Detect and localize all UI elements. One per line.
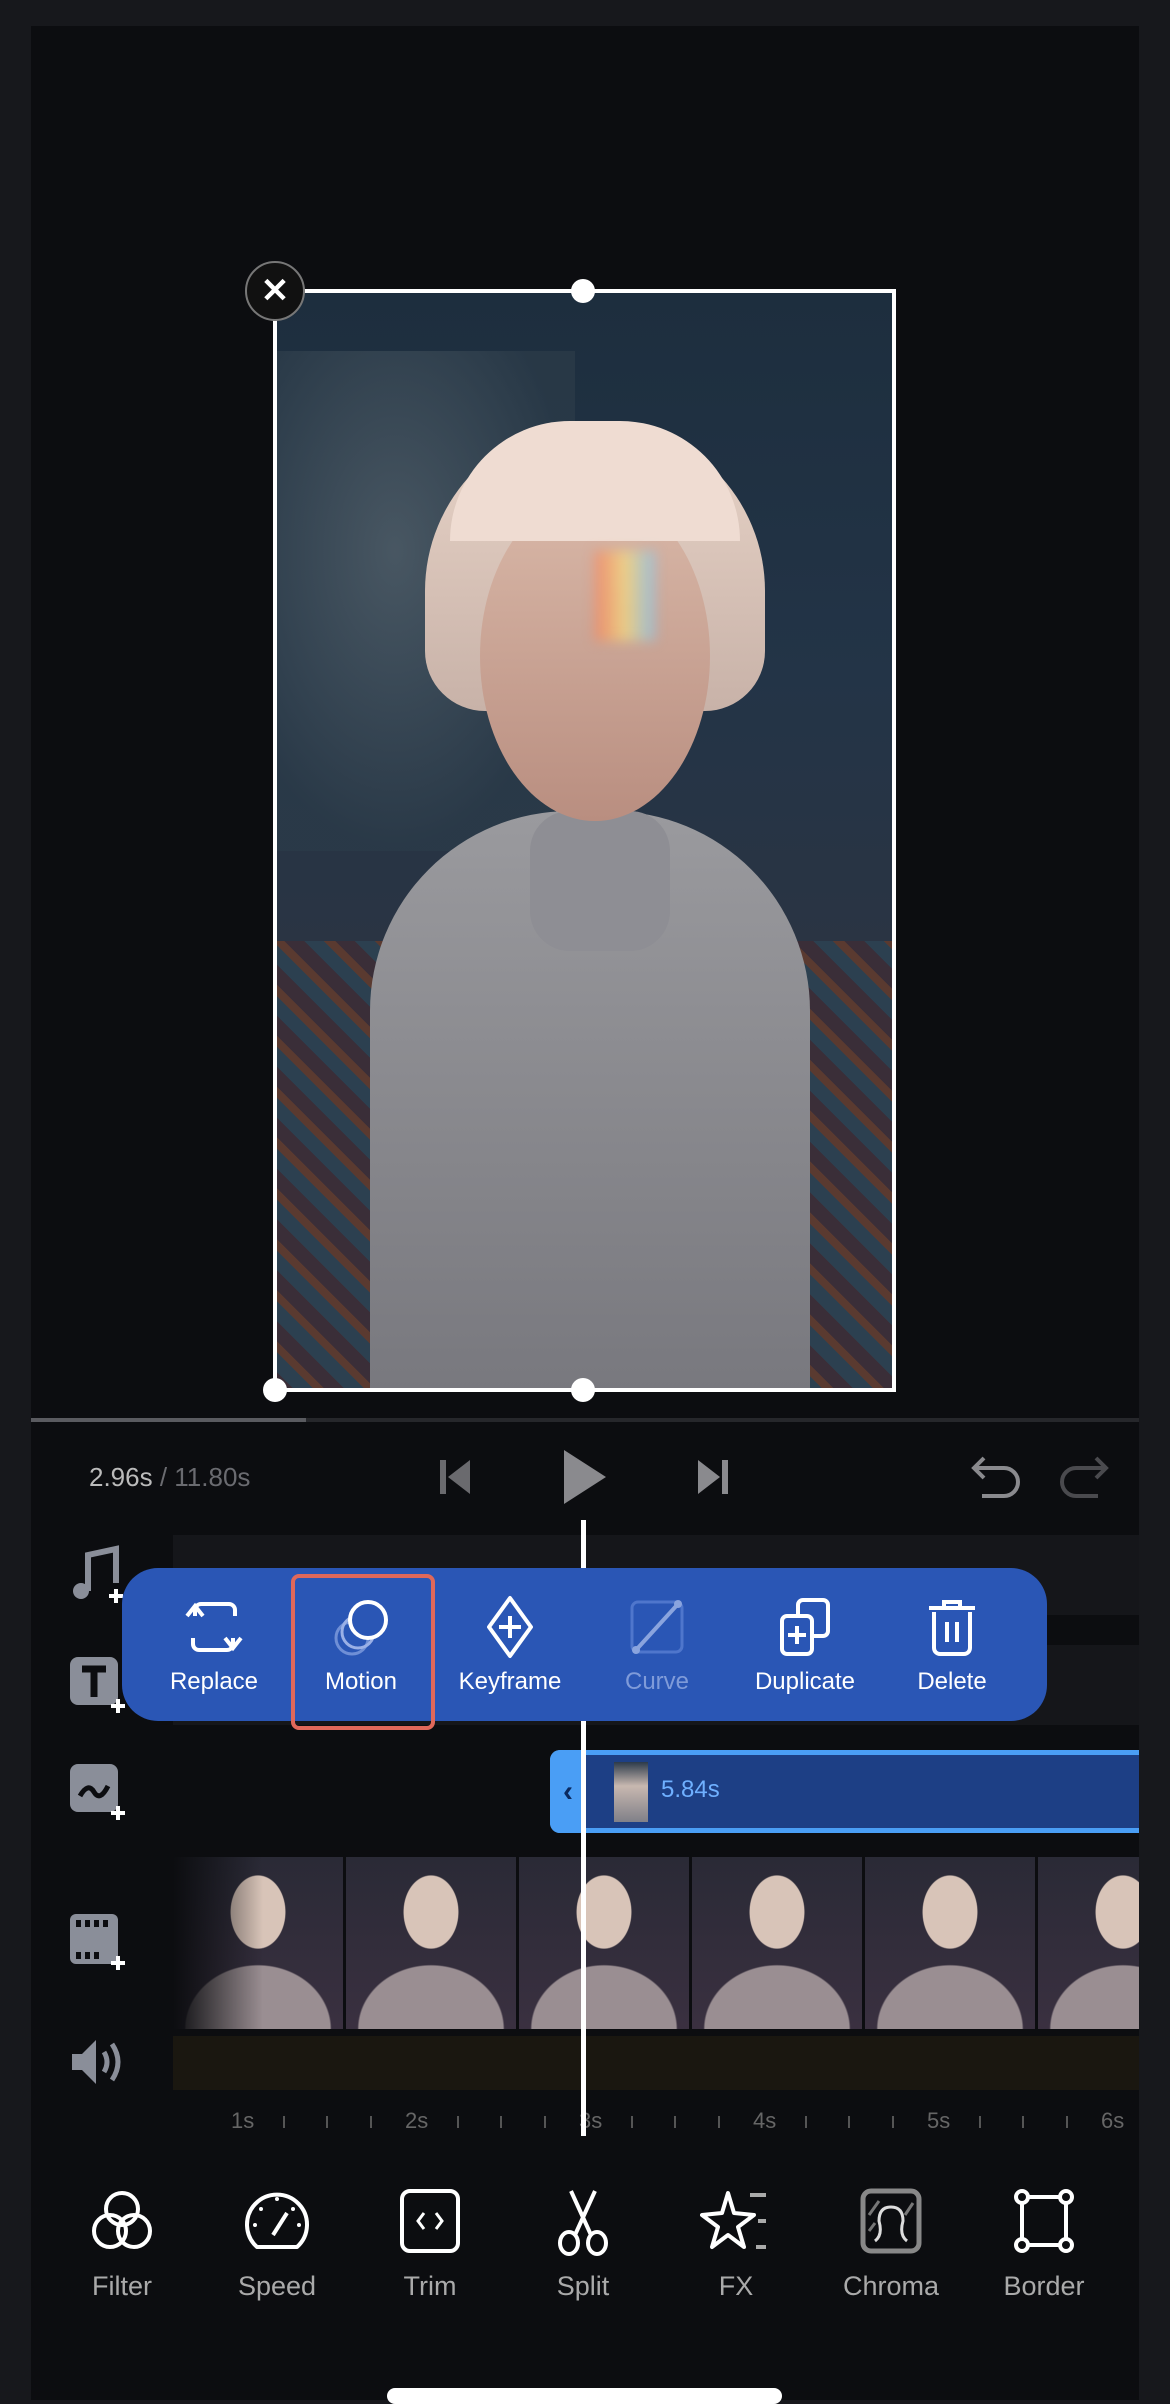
skip-forward-icon[interactable] — [692, 1456, 732, 1498]
tool-split[interactable]: Split — [518, 2185, 648, 2302]
keyframe-button[interactable]: Keyframe — [440, 1568, 580, 1721]
filter-icon — [92, 2191, 152, 2249]
ruler-tick — [282, 2116, 285, 2128]
add-video-icon[interactable] — [68, 1912, 128, 1972]
close-icon[interactable]: ✕ — [245, 261, 305, 321]
ruler-tick — [848, 2116, 850, 2128]
tool-trim[interactable]: Trim — [365, 2185, 495, 2302]
ruler-label: 6s — [1101, 2108, 1125, 2133]
duplicate-label: Duplicate — [754, 1667, 856, 1695]
tool-label: FX — [718, 2271, 754, 2301]
video-thumbnail — [692, 1857, 865, 2029]
video-thumbnail — [346, 1857, 519, 2029]
ruler-tick — [1065, 2116, 1068, 2128]
tool-fx[interactable]: FX — [671, 2185, 801, 2302]
keyframe-icon — [487, 1595, 533, 1658]
resize-handle-bottom-right[interactable] — [571, 1378, 595, 1402]
delete-button[interactable]: Delete — [882, 1568, 1022, 1721]
ruler-tick — [543, 2116, 546, 2128]
tool-label: Chroma — [842, 2271, 940, 2301]
ruler-tick — [804, 2116, 807, 2128]
time-readout: 2.96s / 11.80s — [89, 1462, 250, 1493]
clip-duration: 5.84s — [661, 1776, 720, 1803]
replace-button[interactable]: Replace — [144, 1568, 284, 1721]
add-sticker-icon[interactable] — [68, 1762, 128, 1822]
home-indicator[interactable] — [387, 2388, 782, 2404]
scissors-icon — [558, 2190, 608, 2256]
progress-fill — [31, 1418, 306, 1422]
ruler-label: 1s — [231, 2108, 255, 2133]
resize-handle-top-right[interactable] — [571, 279, 595, 303]
fx-star-icon — [700, 2191, 766, 2249]
curve-button[interactable]: Curve — [587, 1568, 727, 1721]
ruler-tick — [456, 2116, 459, 2128]
add-text-icon[interactable] — [68, 1655, 128, 1715]
selection-frame[interactable] — [273, 289, 896, 1392]
add-music-icon[interactable] — [68, 1545, 128, 1605]
ruler-tick — [326, 2116, 328, 2128]
tool-label: Split — [556, 2271, 610, 2301]
border-icon — [1014, 2189, 1074, 2253]
tool-label: Border — [1003, 2271, 1085, 2301]
tool-filter[interactable]: Filter — [57, 2185, 187, 2302]
volume-icon[interactable] — [68, 2032, 128, 2092]
resize-handle-bottom-left[interactable] — [263, 1378, 287, 1402]
curve-icon — [630, 1599, 684, 1654]
keyframe-label: Keyframe — [458, 1667, 562, 1695]
video-thumbnail — [519, 1857, 692, 2029]
strip-fade — [173, 1857, 263, 2029]
skip-back-icon[interactable] — [436, 1456, 476, 1498]
tool-speed[interactable]: Speed — [212, 2185, 342, 2302]
motion-highlight — [291, 1574, 435, 1730]
ruler-tick — [369, 2116, 372, 2128]
duplicate-button[interactable]: Duplicate — [735, 1568, 875, 1721]
ruler-tick — [674, 2116, 676, 2128]
total-time: 11.80s — [174, 1462, 251, 1492]
delete-icon — [929, 1599, 975, 1656]
audio-track[interactable] — [173, 2036, 1139, 2090]
ruler-label: 2s — [405, 2108, 429, 2133]
duplicate-icon — [780, 1597, 830, 1656]
play-icon[interactable] — [560, 1448, 610, 1506]
video-thumbnail — [865, 1857, 1038, 2029]
ruler-label: 4s — [753, 2108, 777, 2133]
current-time: 2.96s — [89, 1462, 153, 1492]
curve-label: Curve — [624, 1667, 690, 1695]
delete-label: Delete — [917, 1667, 987, 1695]
trim-icon — [400, 2189, 460, 2253]
replace-label: Replace — [169, 1667, 259, 1695]
tool-label: Speed — [237, 2271, 317, 2301]
tool-label: Filter — [92, 2271, 152, 2301]
video-clip-strip[interactable] — [173, 1857, 1139, 2029]
ruler-tick — [500, 2116, 502, 2128]
ruler-tick — [717, 2116, 720, 2128]
time-separator: / — [152, 1462, 175, 1492]
tool-chroma[interactable]: Chroma — [826, 2185, 956, 2302]
ruler-tick — [1022, 2116, 1024, 2128]
video-thumbnail — [1038, 1857, 1139, 2029]
tool-border[interactable]: Border — [979, 2185, 1109, 2302]
ruler-label: 5s — [927, 2108, 951, 2133]
clip-action-menu: Replace Motion Keyframe Curve Duplicate … — [122, 1568, 1047, 1721]
ruler-tick — [630, 2116, 633, 2128]
ruler-tick — [891, 2116, 894, 2128]
redo-icon[interactable] — [1056, 1452, 1110, 1502]
clip-thumbnail — [614, 1762, 648, 1822]
speed-icon — [245, 2192, 309, 2249]
chroma-icon — [860, 2188, 922, 2254]
undo-icon[interactable] — [970, 1452, 1024, 1502]
tool-label: Trim — [403, 2271, 457, 2301]
replace-icon — [185, 1601, 243, 1652]
ruler-tick — [978, 2116, 981, 2128]
